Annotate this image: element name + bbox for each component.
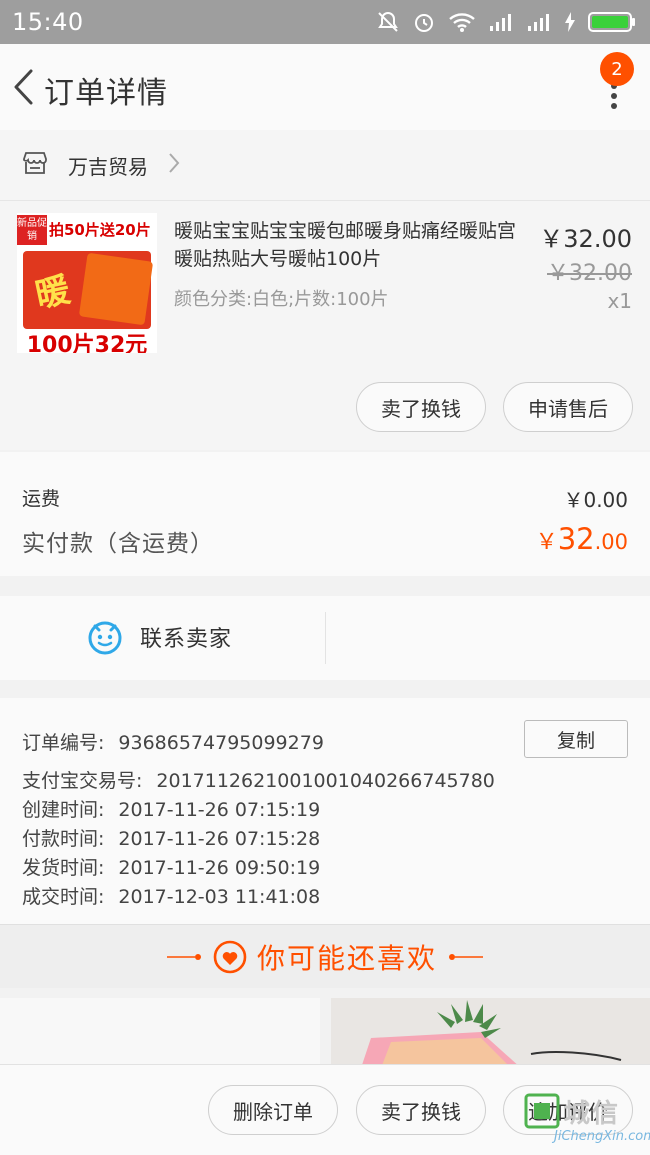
right-decoration [449,954,483,960]
apply-aftersale-button[interactable]: 申请售后 [503,382,633,432]
info-key: 成交时间: [22,886,105,908]
product-original-price: ￥32.00 [547,261,632,286]
sell-for-cash-button[interactable]: 卖了换钱 [356,1085,486,1135]
recommend-item[interactable] [331,998,650,1068]
status-time: 15:40 [12,8,84,36]
mute-icon [376,10,400,34]
shipping-label: 运费 [22,488,61,510]
chat-face-icon [88,621,122,655]
fee-summary: 运费 ￥0.00 实付款（含运费） ￥32.00 [0,452,650,576]
sell-for-cash-button[interactable]: 卖了换钱 [356,382,486,432]
store-name: 万吉贸易 [68,154,148,179]
recommend-banner: 你可能还喜欢 [0,924,650,988]
paid-amount: ￥32.00 [536,522,628,556]
watermark-subtext: JiChengXin.com [554,1129,650,1144]
info-key: 订单编号: [22,732,105,754]
paid-integer: 32 [557,522,595,556]
order-info: 订单编号: 93686574795099279 复制 支付宝交易号: 2017112… [0,698,650,924]
status-bar: 15:40 [0,0,650,44]
charging-icon [564,11,576,33]
recommend-title: 你可能还喜欢 [256,942,437,975]
contact-section: 联系卖家 [0,596,650,680]
alarm-icon [412,10,436,34]
info-value: 2017-12-03 11:41:08 [118,886,321,908]
divider [325,612,326,664]
info-key: 支付宝交易号: [22,770,143,792]
watermark-text: 城信 [564,1099,621,1129]
wifi-icon [448,11,476,33]
shipping-value: ￥0.00 [563,488,628,512]
product-image-tag: 新品促销 [17,215,47,245]
signal-icon [488,12,514,32]
back-icon [14,69,33,105]
recommend-item[interactable] [0,998,320,1068]
info-value: 2017-11-26 07:15:19 [118,799,321,821]
info-row-paid: 付款时间: 2017-11-26 07:15:28 [22,824,320,851]
watermark: 城信 JiChengXin.com [524,1091,650,1151]
info-row-order-number: 订单编号: 93686574795099279 [22,728,324,755]
product-image-promo: 拍50片送20片 [49,221,151,239]
info-value: 2017112621001001040266745780 [156,770,495,792]
signal-icon [526,12,552,32]
copy-button[interactable]: 复制 [524,720,628,758]
product-title[interactable]: 暖贴宝宝贴宝宝暖包邮暖身贴痛经暖贴宫暖贴热贴大号暖帖100片 [174,217,526,273]
info-value: 2017-11-26 07:15:28 [118,828,321,850]
chevron-right-icon [168,152,180,178]
notification-badge: 2 [600,52,634,86]
watermark-logo-icon [524,1093,560,1129]
battery-icon [588,11,636,33]
info-row-completed: 成交时间: 2017-12-03 11:41:08 [22,882,320,909]
delete-order-button[interactable]: 删除订单 [208,1085,338,1135]
info-value: 2017-11-26 09:50:19 [118,857,321,879]
info-value: 93686574795099279 [118,732,324,754]
status-icons [376,10,636,34]
product-spec: 颜色分类:白色;片数:100片 [174,289,389,310]
left-decoration [166,954,201,960]
store-row[interactable]: 万吉贸易 [0,130,650,200]
back-button[interactable] [8,66,38,108]
info-key: 发货时间: [22,857,105,879]
bottom-action-bar: 删除订单 卖了换钱 追加评价 城信 JiChengXin.com [0,1064,650,1155]
store-icon [22,151,48,179]
paid-decimal: .00 [594,530,628,554]
info-row-created: 创建时间: 2017-11-26 07:15:19 [22,795,320,822]
contact-seller-label: 联系卖家 [140,627,233,652]
info-key: 创建时间: [22,799,105,821]
info-row-shipped: 发货时间: 2017-11-26 09:50:19 [22,853,320,880]
recommend-item-image [331,998,650,1068]
product-image-bottom: 100片32元 [26,333,148,353]
info-key: 付款时间: [22,828,105,850]
contact-seller-button[interactable]: 联系卖家 [86,618,232,656]
paid-currency: ￥ [535,530,558,555]
info-row-alipay-number: 支付宝交易号: 2017112621001001040266745780 [22,766,495,793]
product-card: 新品促销 拍50片送20片 暖 100片32元 暖贴宝宝贴宝宝暖包邮暖身贴痛经暖… [0,200,650,450]
heart-icon [213,940,247,974]
paid-label: 实付款（含运费） [22,531,214,557]
product-image[interactable]: 新品促销 拍50片送20片 暖 100片32元 [17,213,157,353]
product-price: ￥32.00 [539,225,632,253]
product-quantity: x1 [607,289,632,313]
app-header: 订单详情 2 [0,44,650,130]
page-title: 订单详情 [44,76,168,111]
